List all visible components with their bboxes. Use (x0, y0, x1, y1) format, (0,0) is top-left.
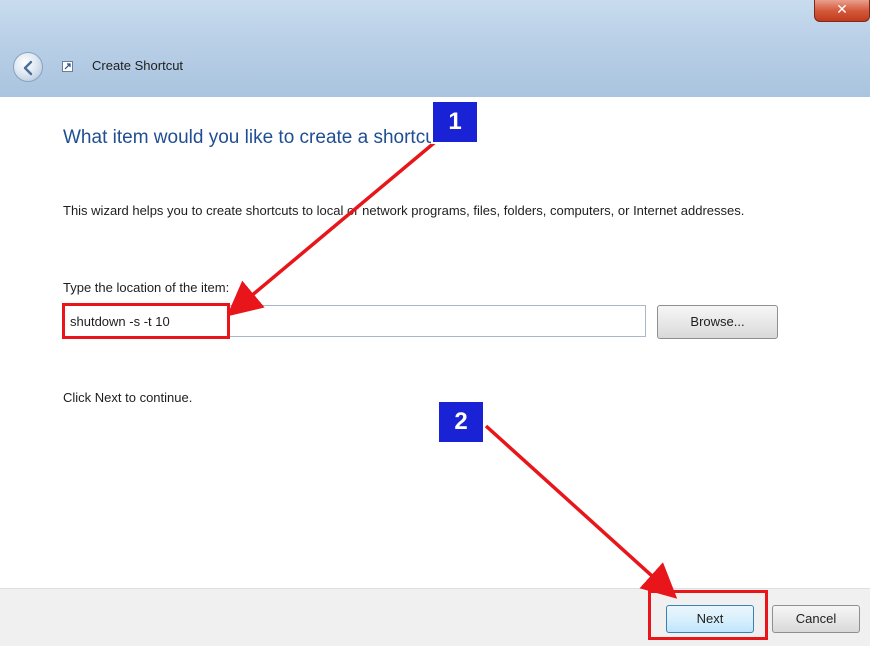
close-icon: ✕ (836, 2, 848, 18)
back-arrow-icon (23, 60, 33, 76)
step-2-badge: 2 (437, 400, 485, 444)
input-highlight (62, 303, 230, 339)
step-1-badge: 1 (431, 100, 479, 144)
shortcut-icon (62, 61, 73, 72)
next-highlight (648, 590, 768, 640)
wizard-heading: What item would you like to create a sho… (63, 127, 480, 148)
browse-button[interactable]: Browse... (657, 305, 778, 339)
window-title: Create Shortcut (92, 58, 184, 73)
create-shortcut-window: ✕ Create Shortcut What item would you li… (0, 0, 870, 646)
close-button[interactable]: ✕ (814, 0, 870, 22)
title-bar: ✕ Create Shortcut (0, 0, 870, 97)
continue-text: Click Next to continue. (63, 390, 193, 405)
back-button[interactable] (13, 52, 43, 82)
wizard-content (0, 97, 870, 588)
cancel-button[interactable]: Cancel (772, 605, 860, 633)
location-label: Type the location of the item: (63, 280, 230, 295)
wizard-description: This wizard helps you to create shortcut… (63, 203, 745, 218)
